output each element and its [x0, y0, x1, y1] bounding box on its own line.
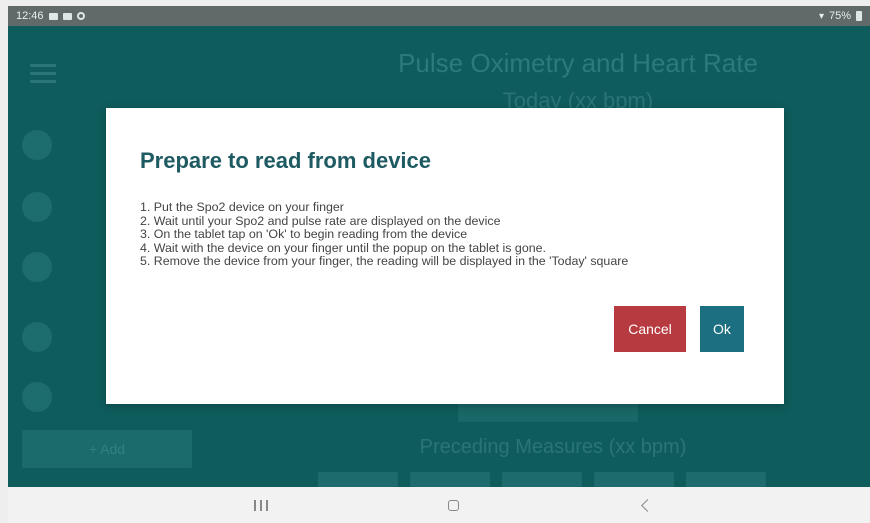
- status-time: 12:46: [16, 10, 44, 22]
- battery-percent: 75%: [828, 10, 851, 22]
- hidden-read-button: [458, 404, 638, 422]
- sidebar-profile-icon[interactable]: [22, 252, 52, 282]
- wifi-signal-icon: ▾: [818, 10, 824, 22]
- back-icon[interactable]: [632, 495, 662, 515]
- ok-button[interactable]: Ok: [700, 306, 744, 352]
- measure-tile: [686, 472, 766, 487]
- recents-icon[interactable]: [246, 495, 276, 515]
- instruction-step: 5. Remove the device from your finger, t…: [140, 254, 629, 269]
- gallery-notification-icon: [48, 12, 58, 20]
- measure-tile: [502, 472, 582, 487]
- screen: 12:46 ▾ 75% Pulse Oximetry and Heart Rat…: [0, 0, 870, 523]
- cancel-button[interactable]: Cancel: [614, 306, 686, 352]
- instruction-step: 3. On the tablet tap on 'Ok' to begin re…: [140, 227, 468, 242]
- add-button[interactable]: + Add: [22, 430, 192, 468]
- status-right: ▾ 75%: [819, 10, 862, 22]
- sidebar-person-icon[interactable]: [22, 192, 52, 222]
- page-title: Pulse Oximetry and Heart Rate: [398, 48, 758, 78]
- status-bar: 12:46 ▾ 75%: [8, 6, 870, 26]
- cloud-notification-icon: [62, 12, 72, 20]
- navigation-bar: [8, 487, 870, 523]
- sidebar-heart-icon[interactable]: [22, 130, 52, 160]
- instruction-step: 4. Wait with the device on your finger u…: [140, 240, 546, 255]
- dialog-title: Prepare to read from device: [140, 148, 432, 173]
- preceding-measures-title: Preceding Measures (xx bpm): [419, 436, 687, 458]
- hamburger-menu-icon[interactable]: [30, 64, 56, 83]
- status-left: 12:46: [16, 10, 85, 22]
- settings-notification-icon: [76, 12, 85, 20]
- instruction-step: 1. Put the Spo2 device on your finger: [140, 200, 344, 214]
- instruction-list: 1. Put the Spo2 device on your finger 2.…: [140, 200, 629, 269]
- battery-icon: [856, 11, 862, 21]
- measure-tile: [318, 472, 398, 487]
- home-icon[interactable]: [438, 495, 468, 515]
- measure-tile: [410, 472, 490, 487]
- sidebar-heartrate-icon[interactable]: [22, 322, 52, 352]
- sidebar-stethoscope-icon[interactable]: [22, 382, 52, 412]
- instruction-step: 2. Wait until your Spo2 and pulse rate a…: [140, 213, 501, 228]
- prepare-dialog: Prepare to read from device 1. Put the S…: [106, 108, 784, 404]
- measure-tile: [594, 472, 674, 487]
